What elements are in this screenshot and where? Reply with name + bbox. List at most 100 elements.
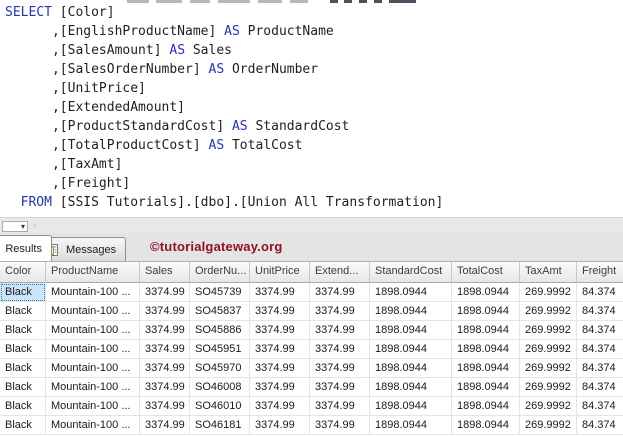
grid-cell[interactable]: Mountain-100 ... (46, 321, 140, 340)
grid-cell[interactable]: 269.9992 (520, 321, 577, 340)
sql-line: ,[ProductStandardCost] AS StandardCost (5, 119, 350, 134)
grid-cell[interactable]: Black (0, 378, 46, 397)
grid-cell[interactable]: Black (0, 397, 46, 416)
grid-cell[interactable]: 1898.0944 (452, 359, 520, 378)
grid-cell[interactable]: 3374.99 (250, 321, 310, 340)
grid-cell[interactable]: 3374.99 (250, 359, 310, 378)
grid-cell[interactable]: SO46181 (190, 416, 250, 435)
grid-cell[interactable]: 84.374 (577, 397, 623, 416)
grid-cell[interactable]: Mountain-100 ... (46, 397, 140, 416)
grid-cell[interactable]: 3374.99 (310, 359, 370, 378)
column-header-taxamt[interactable]: TaxAmt (520, 262, 577, 283)
grid-cell[interactable]: 1898.0944 (370, 283, 452, 302)
grid-cell[interactable]: 84.374 (577, 416, 623, 435)
grid-cell[interactable]: Black (0, 302, 46, 321)
grid-cell[interactable]: SO45739 (190, 283, 250, 302)
table-row: Black Mountain-100 ... 3374.99 SO46008 3374.… (0, 378, 623, 397)
grid-cell[interactable]: Black (0, 340, 46, 359)
grid-cell[interactable]: 1898.0944 (452, 302, 520, 321)
column-header-totalcost[interactable]: TotalCost (452, 262, 520, 283)
column-header-sales[interactable]: Sales (140, 262, 190, 283)
grid-cell[interactable]: Mountain-100 ... (46, 378, 140, 397)
sql-line: ,[TotalProductCost] AS TotalCost (5, 138, 303, 153)
grid-cell[interactable]: 1898.0944 (452, 416, 520, 435)
grid-cell[interactable]: Black (0, 416, 46, 435)
grid-cell[interactable]: Mountain-100 ... (46, 359, 140, 378)
grid-cell[interactable]: 1898.0944 (452, 283, 520, 302)
column-header-ordernu[interactable]: OrderNu... (190, 262, 250, 283)
grid-cell[interactable]: 3374.99 (140, 359, 190, 378)
grid-cell[interactable]: 84.374 (577, 302, 623, 321)
grid-cell[interactable]: 1898.0944 (452, 321, 520, 340)
grid-cell[interactable]: 3374.99 (140, 416, 190, 435)
grid-cell[interactable]: 1898.0944 (370, 340, 452, 359)
sql-line: ,[UnitPrice] (5, 81, 146, 96)
grid-cell[interactable]: 3374.99 (140, 302, 190, 321)
sql-editor[interactable]: SELECT [Color] ,[EnglishProductName] AS … (0, 3, 623, 217)
grid-cell[interactable]: 1898.0944 (452, 378, 520, 397)
grid-cell[interactable]: 1898.0944 (370, 378, 452, 397)
grid-cell[interactable]: 3374.99 (140, 321, 190, 340)
grid-cell[interactable]: 84.374 (577, 359, 623, 378)
sql-line: ,[ExtendedAmount] (5, 100, 186, 115)
grid-cell[interactable]: SO45951 (190, 340, 250, 359)
grid-cell[interactable]: 3374.99 (250, 340, 310, 359)
grid-cell[interactable]: 269.9992 (520, 340, 577, 359)
grid-cell[interactable]: Black (0, 359, 46, 378)
chevron-left-icon[interactable]: ‹ (33, 219, 37, 233)
grid-cell[interactable]: 84.374 (577, 283, 623, 302)
column-header-extend[interactable]: Extend... (310, 262, 370, 283)
grid-cell[interactable]: 269.9992 (520, 397, 577, 416)
grid-cell[interactable]: Black (0, 321, 46, 340)
grid-cell[interactable]: 1898.0944 (452, 340, 520, 359)
column-header-productname[interactable]: ProductName (46, 262, 140, 283)
table-row: Black Mountain-100 ... 3374.99 SO45951 3374.… (0, 340, 623, 359)
grid-cell[interactable]: 84.374 (577, 321, 623, 340)
grid-cell[interactable]: Black (0, 283, 46, 302)
grid-cell[interactable]: SO45837 (190, 302, 250, 321)
grid-cell[interactable]: Mountain-100 ... (46, 302, 140, 321)
dropdown-button[interactable]: ▾ (2, 221, 28, 232)
grid-cell[interactable]: 3374.99 (310, 416, 370, 435)
grid-cell[interactable]: 1898.0944 (370, 359, 452, 378)
grid-cell[interactable]: 1898.0944 (452, 397, 520, 416)
grid-cell[interactable]: 3374.99 (310, 340, 370, 359)
grid-cell[interactable]: 1898.0944 (370, 416, 452, 435)
grid-cell[interactable]: 3374.99 (140, 378, 190, 397)
grid-cell[interactable]: SO46008 (190, 378, 250, 397)
grid-cell[interactable]: 3374.99 (310, 378, 370, 397)
grid-cell[interactable]: 3374.99 (310, 302, 370, 321)
grid-cell[interactable]: Mountain-100 ... (46, 283, 140, 302)
grid-cell[interactable]: 1898.0944 (370, 397, 452, 416)
column-header-color[interactable]: Color (0, 262, 46, 283)
grid-cell[interactable]: 269.9992 (520, 283, 577, 302)
grid-cell[interactable]: SO46010 (190, 397, 250, 416)
grid-cell[interactable]: 269.9992 (520, 302, 577, 321)
grid-cell[interactable]: SO45970 (190, 359, 250, 378)
grid-cell[interactable]: 3374.99 (250, 416, 310, 435)
grid-cell[interactable]: 3374.99 (250, 378, 310, 397)
grid-cell[interactable]: 3374.99 (140, 283, 190, 302)
grid-cell[interactable]: 3374.99 (140, 340, 190, 359)
grid-cell[interactable]: 3374.99 (140, 397, 190, 416)
grid-cell[interactable]: 3374.99 (250, 397, 310, 416)
grid-cell[interactable]: 84.374 (577, 340, 623, 359)
grid-cell[interactable]: Mountain-100 ... (46, 416, 140, 435)
column-header-standardcost[interactable]: StandardCost (370, 262, 452, 283)
grid-cell[interactable]: SO45886 (190, 321, 250, 340)
column-header-unitprice[interactable]: UnitPrice (250, 262, 310, 283)
grid-cell[interactable]: 3374.99 (310, 283, 370, 302)
grid-cell[interactable]: 84.374 (577, 378, 623, 397)
column-header-freight[interactable]: Freight (577, 262, 623, 283)
grid-cell[interactable]: 269.9992 (520, 416, 577, 435)
grid-cell[interactable]: 3374.99 (310, 397, 370, 416)
grid-cell[interactable]: 269.9992 (520, 378, 577, 397)
grid-cell[interactable]: Mountain-100 ... (46, 340, 140, 359)
grid-cell[interactable]: 3374.99 (310, 321, 370, 340)
grid-cell[interactable]: 1898.0944 (370, 302, 452, 321)
grid-cell[interactable]: 269.9992 (520, 359, 577, 378)
tab-results[interactable]: Results (0, 235, 52, 261)
grid-cell[interactable]: 3374.99 (250, 302, 310, 321)
grid-cell[interactable]: 1898.0944 (370, 321, 452, 340)
grid-cell[interactable]: 3374.99 (250, 283, 310, 302)
